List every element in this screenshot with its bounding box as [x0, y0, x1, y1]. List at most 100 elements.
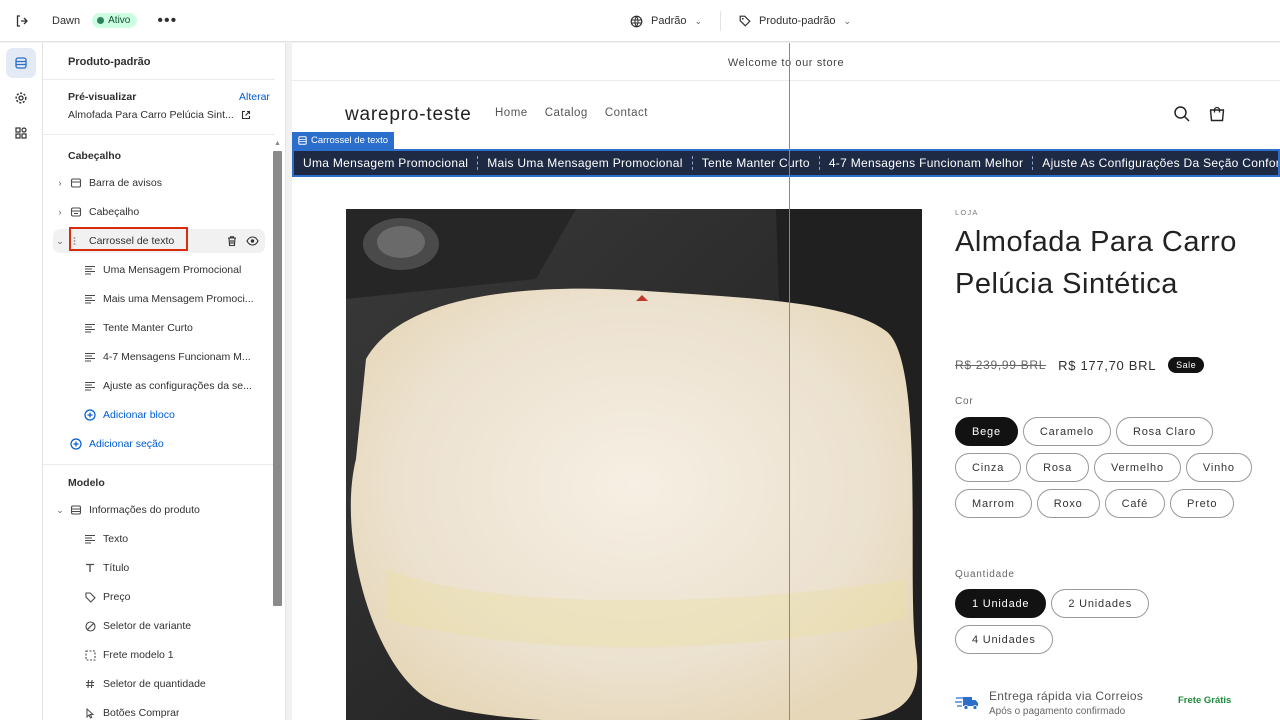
add-section-label: Adicionar seção [89, 438, 164, 450]
product-title: Almofada Para Carro Pelúcia Sintética [955, 226, 1237, 300]
sections-button[interactable] [6, 48, 36, 78]
template-selector[interactable]: Produto-padrão ⌄ [739, 15, 851, 27]
color-option-rosa-claro[interactable]: Rosa Claro [1115, 417, 1214, 446]
status-label: Ativo [108, 15, 131, 26]
product-block-label: Título [103, 562, 130, 574]
apps-button[interactable] [6, 118, 36, 148]
exit-button[interactable] [0, 0, 44, 42]
carousel-block-item[interactable]: Uma Mensagem Promocional [81, 258, 265, 282]
carousel-message: Uma Mensagem Promocional [294, 156, 479, 170]
cart-icon[interactable] [1208, 105, 1226, 123]
carousel-block-item[interactable]: 4-7 Mensagens Funcionam M... [81, 345, 265, 369]
sidebar: Produto-padrão Pré-visualizar Alterar Al… [43, 43, 286, 720]
delivery-truck-icon [955, 697, 978, 710]
dashed-square-icon [81, 649, 99, 661]
product-block-label: Frete modelo 1 [103, 649, 174, 661]
quantity-options: 1 Unidade 2 Unidades 4 Unidades [955, 589, 1215, 654]
change-preview-link[interactable]: Alterar [239, 91, 270, 103]
quantity-option-4[interactable]: 4 Unidades [955, 625, 1053, 654]
sidebar-title: Produto-padrão [68, 56, 151, 68]
highlight-box [69, 227, 188, 251]
nav-catalog[interactable]: Catalog [545, 107, 588, 119]
color-option-marrom[interactable]: Marrom [955, 489, 1032, 518]
color-option-preto[interactable]: Preto [1170, 489, 1235, 518]
add-block-label: Adicionar bloco [103, 409, 175, 421]
sidebar-item-product-info[interactable]: ⌄ Informações do produto [53, 498, 265, 522]
plus-circle-icon [81, 409, 99, 421]
product-price: R$ 239,99 BRL R$ 177,70 BRL Sale [955, 357, 1205, 373]
product-block-variant-picker[interactable]: Seletor de variante [81, 614, 265, 638]
add-section-button[interactable]: Adicionar seção [67, 432, 279, 456]
tag-icon [739, 15, 751, 27]
more-actions-button[interactable]: ••• [157, 12, 177, 30]
carousel-block-label: Mais uma Mensagem Promoci... [103, 293, 254, 305]
section-icon [67, 177, 85, 189]
product-block-shipping[interactable]: Frete modelo 1 [81, 643, 265, 667]
store-logo[interactable]: warepro-teste [345, 104, 472, 126]
section-icon [67, 504, 85, 516]
color-option-caramelo[interactable]: Caramelo [1022, 417, 1111, 446]
divider [43, 464, 275, 465]
color-option-bege[interactable]: Bege [955, 417, 1018, 446]
quantity-option-2[interactable]: 2 Unidades [1051, 589, 1150, 618]
color-label: Cor [955, 396, 974, 407]
main-nav: Home Catalog Contact [495, 107, 648, 119]
scroll-up-arrow-icon[interactable]: ▲ [274, 140, 281, 147]
theme-name: Dawn [52, 14, 81, 27]
preview-product[interactable]: Almofada Para Carro Pelúcia Sint... [68, 109, 251, 121]
gear-icon [15, 92, 27, 104]
sidebar-item-label: Barra de avisos [89, 177, 162, 189]
text-carousel[interactable]: Uma Mensagem Promocional Mais Uma Mensag… [292, 149, 1280, 177]
eye-icon[interactable] [246, 235, 259, 247]
row-actions [226, 235, 259, 247]
chevron-right-icon: › [58, 207, 62, 217]
language-selector[interactable]: Padrão ⌄ [630, 15, 702, 28]
sidebar-item-header[interactable]: › Cabeçalho [53, 200, 265, 224]
sidebar-scrollbar[interactable] [273, 151, 282, 606]
preview-product-name: Almofada Para Carro Pelúcia Sint... [68, 109, 234, 121]
product-image[interactable] [346, 209, 922, 720]
color-option-rosa[interactable]: Rosa [1026, 453, 1090, 482]
exit-icon [16, 14, 28, 27]
product-block-buy-buttons[interactable]: Botões Comprar [81, 701, 265, 720]
product-block-price[interactable]: Preço [81, 585, 265, 609]
carousel-block-item[interactable]: Tente Manter Curto [81, 316, 265, 340]
product-block-label: Preço [103, 591, 131, 603]
theme-settings-button[interactable] [6, 83, 36, 113]
carousel-block-label: 4-7 Mensagens Funcionam M... [103, 351, 251, 363]
product-block-label: Seletor de quantidade [103, 678, 206, 690]
chevron-down-icon: ⌄ [843, 15, 852, 26]
preview-label: Pré-visualizar [68, 91, 137, 103]
carousel-message: 4-7 Mensagens Funcionam Melhor [820, 156, 1034, 170]
header-section-title: Cabeçalho [68, 150, 122, 162]
color-option-vermelho[interactable]: Vermelho [1094, 453, 1181, 482]
quantity-option-1[interactable]: 1 Unidade [955, 589, 1047, 618]
shipping-text: Entrega rápida via Correios Após o pagam… [989, 689, 1143, 717]
cursor-icon [81, 707, 99, 719]
add-block-button[interactable]: Adicionar bloco [81, 403, 265, 427]
carousel-block-label: Uma Mensagem Promocional [103, 264, 242, 276]
plus-circle-icon [67, 438, 85, 450]
color-option-cafe[interactable]: Café [1104, 489, 1166, 518]
text-block-icon [81, 381, 99, 391]
chevron-down-icon: ⌄ [56, 235, 64, 246]
color-option-cinza[interactable]: Cinza [955, 453, 1022, 482]
apps-icon [15, 127, 27, 139]
carousel-block-item[interactable]: Ajuste as configurações da se... [81, 374, 265, 398]
seat-cushion-illustration [346, 209, 922, 720]
product-block-quantity[interactable]: Seletor de quantidade [81, 672, 265, 696]
product-block-text[interactable]: Texto [81, 527, 265, 551]
product-block-title[interactable]: Título [81, 556, 265, 580]
product-block-label: Seletor de variante [103, 620, 192, 632]
nav-home[interactable]: Home [495, 107, 528, 119]
carousel-block-item[interactable]: Mais uma Mensagem Promoci... [81, 287, 265, 311]
search-icon[interactable] [1173, 105, 1191, 123]
carousel-message: Tente Manter Curto [693, 156, 820, 170]
nav-contact[interactable]: Contact [605, 107, 648, 119]
color-option-roxo[interactable]: Roxo [1036, 489, 1100, 518]
trash-icon[interactable] [226, 235, 238, 247]
sidebar-item-announcement-bar[interactable]: › Barra de avisos [53, 171, 265, 195]
section-icon [298, 136, 307, 145]
color-option-vinho[interactable]: Vinho [1185, 453, 1252, 482]
preview-guide-line [789, 43, 790, 720]
